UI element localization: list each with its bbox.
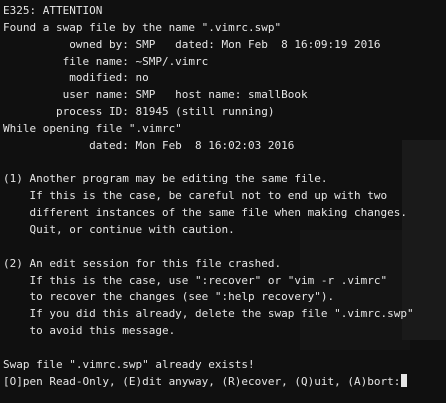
reason-2-text: If this is the case, use ":recover" or "… [3, 273, 388, 287]
reason-1-text: If this is the case, be careful not to e… [3, 189, 388, 203]
swap-exists-line: Swap file ".vimrc.swp" already exists! [3, 357, 255, 371]
reason-2-text: to avoid this message. [3, 324, 176, 338]
opening-file-dated-line: dated: Mon Feb 8 16:02:03 2016 [3, 138, 295, 152]
reason-2-text: to recover the changes (see ":help recov… [3, 290, 335, 304]
opening-file-line: While opening file ".vimrc" [3, 121, 182, 135]
user-name-line: user name: SMP host name: smallBook [3, 88, 308, 102]
modified-line: modified: no [3, 71, 149, 85]
text-cursor [401, 373, 408, 387]
owned-by-line: owned by: SMP dated: Mon Feb 8 16:09:19 … [3, 37, 381, 51]
reason-1-text: different instances of the same file whe… [3, 206, 407, 220]
swap-file-found-line: Found a swap file by the name ".vimrc.sw… [3, 20, 282, 34]
prompt-options: [O]pen Read-Only, (E)dit anyway, (R)ecov… [3, 374, 401, 388]
reason-2-text: If you did this already, delete the swap… [3, 307, 414, 321]
terminal-window[interactable]: E325: ATTENTION Found a swap file by the… [0, 0, 446, 403]
reason-1-heading: (1) Another program may be editing the s… [3, 172, 328, 186]
reason-1-text: Quit, or continue with caution. [3, 222, 235, 236]
error-code-line: E325: ATTENTION [3, 4, 103, 17]
process-id-line: process ID: 81945 (still running) [3, 105, 275, 119]
prompt-line[interactable]: [O]pen Read-Only, (E)dit anyway, (R)ecov… [3, 373, 446, 391]
reason-2-heading: (2) An edit session for this file crashe… [3, 256, 282, 270]
file-name-line: file name: ~SMP/.vimrc [3, 54, 209, 68]
